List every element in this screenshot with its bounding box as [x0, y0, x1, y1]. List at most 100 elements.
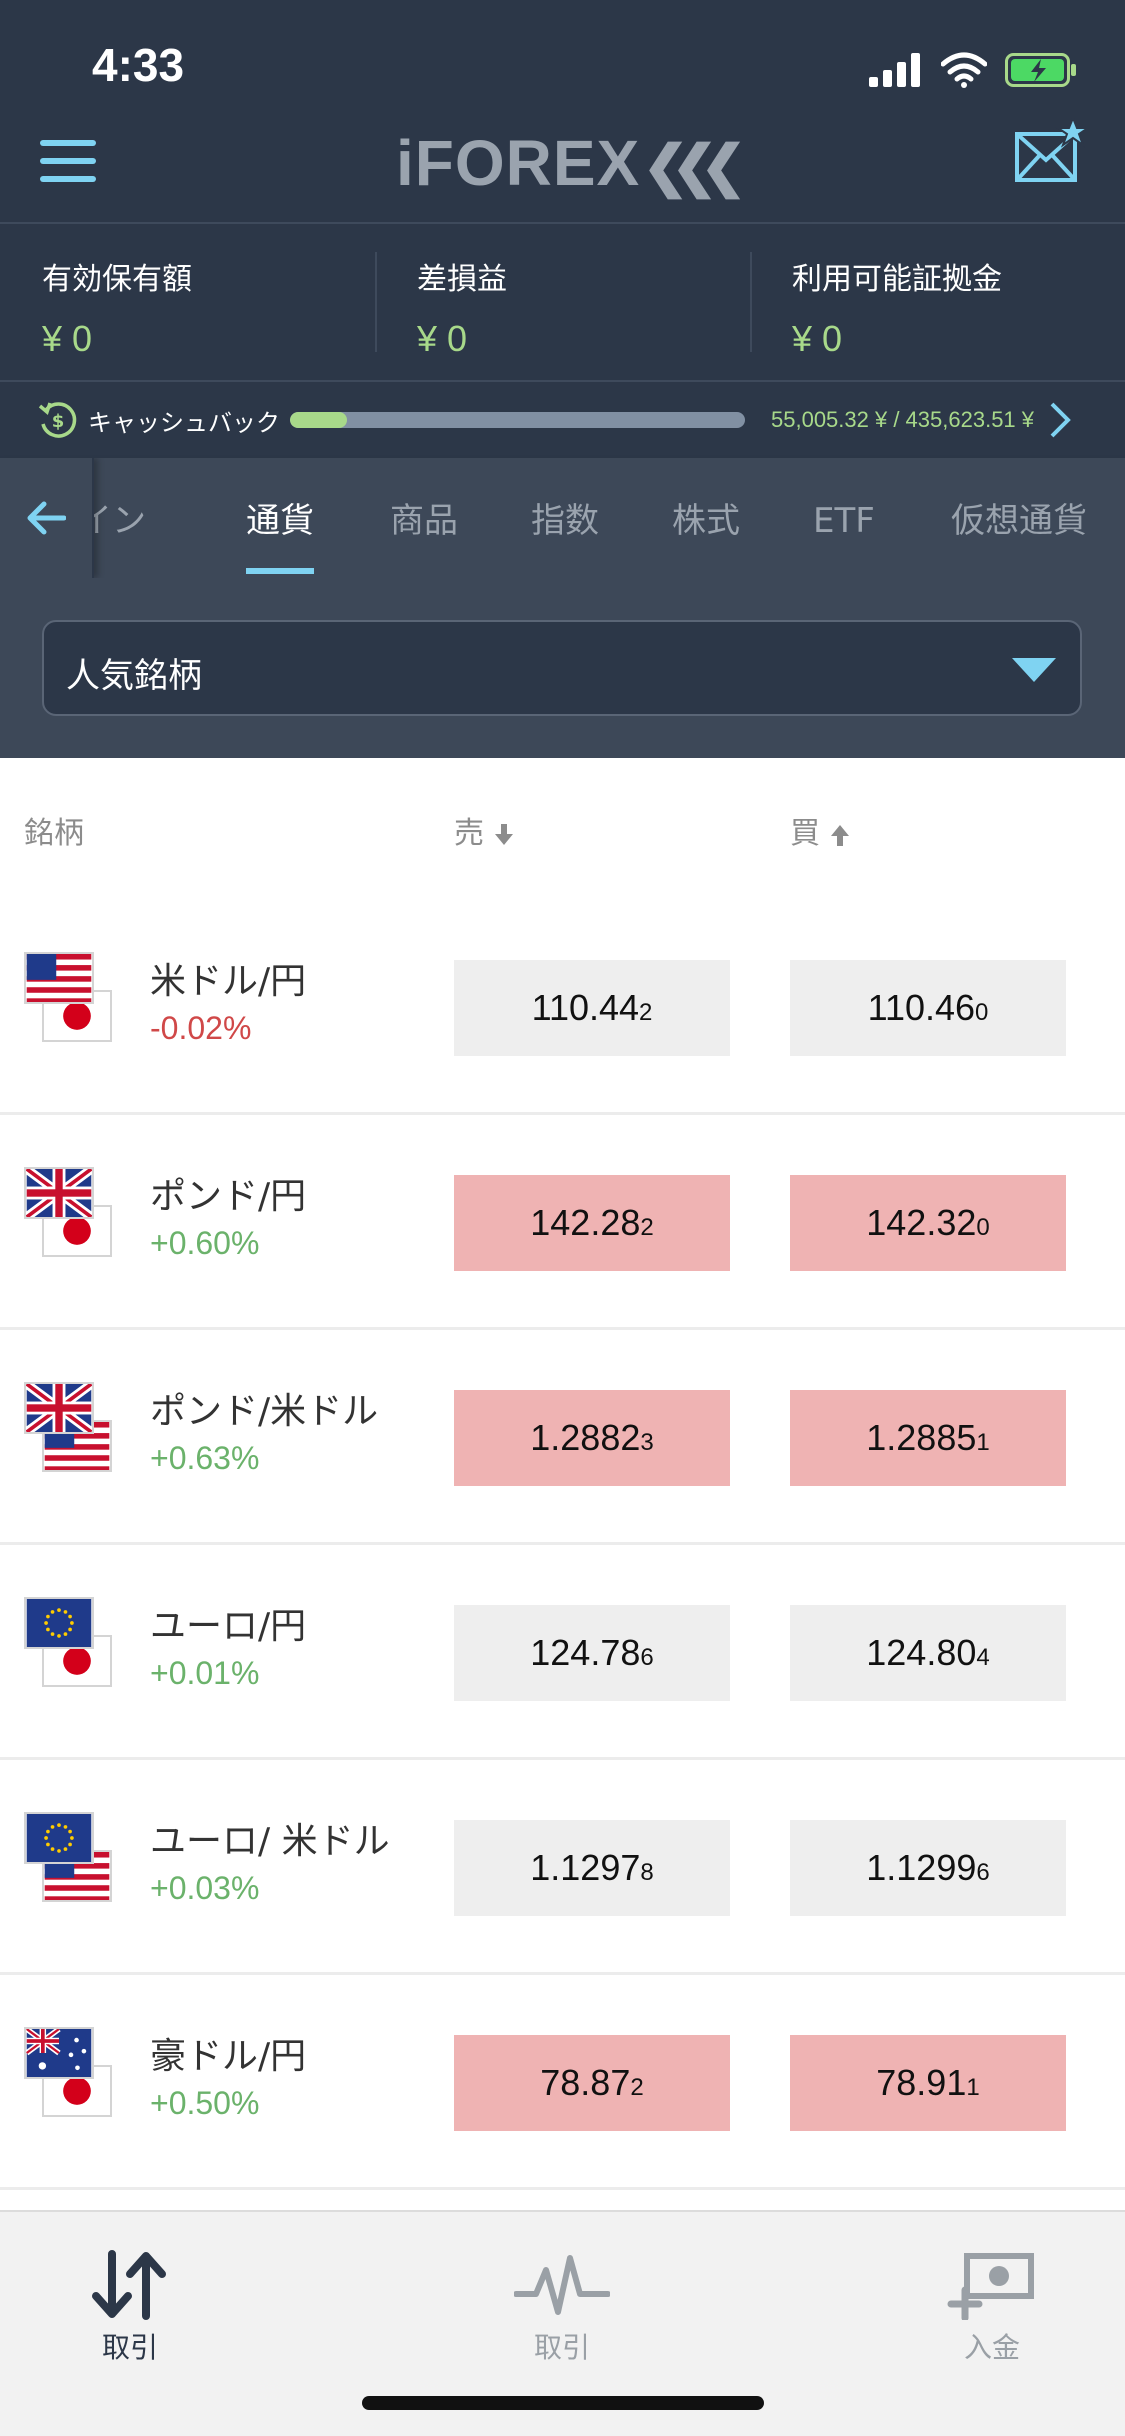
sell-price-button[interactable]: 1.12978 [454, 1820, 730, 1916]
price-pip: 1 [966, 2074, 980, 2101]
sell-price-button[interactable]: 124.786 [454, 1605, 730, 1701]
price-pip: 0 [975, 999, 989, 1026]
price-main: 1.1299 [866, 1847, 977, 1888]
price-main: 124.80 [866, 1632, 977, 1673]
summary-value: ¥ 0 [792, 318, 843, 359]
trade-arrows-icon [92, 2250, 166, 2320]
price-main: 142.32 [866, 1202, 977, 1243]
brand-logo: iFOREX❮❮❮ [0, 126, 1125, 200]
pair-change: +0.63% [150, 1440, 260, 1476]
tab-crypto[interactable]: 仮想通貨 [951, 458, 1087, 578]
price-pip: 0 [976, 1214, 990, 1241]
quote-row-usd-jpy[interactable]: 米ドル/円 -0.02% 110.442 110.460 [0, 900, 1125, 1115]
pair-change: +0.60% [150, 1225, 260, 1261]
price-main: 78.87 [540, 2062, 631, 2103]
price-main: 124.78 [530, 1632, 641, 1673]
nav-deposit[interactable]: 入金 [892, 2250, 1092, 2366]
tab-indices[interactable]: 指数 [531, 458, 599, 578]
tab-etf[interactable]: ETF [813, 458, 875, 578]
quote-row-aud-jpy[interactable]: 豪ドル/円 +0.50% 78.872 78.911 [0, 1975, 1125, 2190]
buy-price-button[interactable]: 78.911 [790, 2035, 1066, 2131]
cashback-bar[interactable]: $ キャッシュバック 55,005.32 ¥ / 435,623.51 ¥ [0, 382, 1125, 458]
price-main: 1.2882 [530, 1417, 641, 1458]
nav-trade[interactable]: 取引 [30, 2250, 230, 2366]
summary-pnl: 差損益 ¥ 0 [375, 224, 750, 380]
brand-text: iFOREX [395, 127, 641, 199]
eu-flag-icon [24, 1812, 94, 1864]
pair-name: 米ドル/円 [150, 961, 307, 1002]
arrow-up-icon [831, 824, 849, 846]
price-pip: 4 [976, 1644, 990, 1671]
pulse-icon [514, 2255, 610, 2315]
tab-stocks[interactable]: 株式 [672, 458, 740, 578]
pair-change: +0.01% [150, 1655, 260, 1691]
pair-change: -0.02% [150, 1010, 252, 1046]
buy-price-button[interactable]: 142.320 [790, 1175, 1066, 1271]
summary-value: ¥ 0 [417, 318, 468, 359]
column-instrument: 銘柄 [24, 816, 84, 851]
pair-name: ユーロ/ 米ドル [150, 1821, 390, 1862]
sell-price-button[interactable]: 1.28823 [454, 1390, 730, 1486]
deposit-icon [947, 2253, 1034, 2320]
price-pip: 2 [640, 1214, 654, 1241]
instrument-group-select[interactable]: 人気銘柄 [42, 620, 1082, 716]
cashback-icon: $ [38, 402, 77, 438]
price-pip: 8 [640, 1859, 654, 1886]
column-sell-label: 売 [454, 816, 484, 851]
tab-commodities[interactable]: 商品 [390, 458, 458, 578]
uk-flag-icon [24, 1382, 94, 1434]
column-buy-label: 買 [790, 816, 820, 851]
pair-name: ユーロ/円 [150, 1606, 307, 1647]
sell-price-button[interactable]: 142.282 [454, 1175, 730, 1271]
quote-row-eur-jpy[interactable]: ユーロ/円 +0.01% 124.786 124.804 [0, 1545, 1125, 1760]
summary-available-margin: 利用可能証拠金 ¥ 0 [750, 224, 1125, 380]
currency-flags [24, 952, 116, 1044]
price-pip: 3 [640, 1429, 654, 1456]
price-main: 110.44 [531, 987, 640, 1028]
signal-icon [869, 53, 920, 87]
cashback-label: キャッシュバック [88, 408, 280, 437]
svg-text:$: $ [52, 411, 65, 432]
price-pip: 1 [976, 1429, 990, 1456]
nav-label: 取引 [533, 2331, 590, 2364]
arrow-left-icon [27, 501, 66, 535]
account-summary: 有効保有額 ¥ 0 差損益 ¥ 0 利用可能証拠金 ¥ 0 [0, 222, 1125, 382]
caret-down-icon [1012, 658, 1056, 682]
quote-row-gbp-usd[interactable]: ポンド/米ドル +0.63% 1.28823 1.28851 [0, 1330, 1125, 1545]
category-tabs: イン 通貨 商品 指数 株式 ETF 仮想通貨 [0, 458, 1125, 578]
summary-label: 有効保有額 [42, 262, 192, 297]
status-icons [869, 48, 1077, 92]
buy-price-button[interactable]: 124.804 [790, 1605, 1066, 1701]
nav-label: 取引 [101, 2331, 158, 2364]
cashback-amount: 55,005.32 ¥ / 435,623.51 ¥ [771, 407, 1035, 432]
price-main: 110.46 [867, 987, 976, 1028]
us-flag-icon [24, 952, 94, 1004]
pair-name: ポンド/円 [150, 1176, 307, 1217]
price-pip: 6 [976, 1859, 990, 1886]
summary-value: ¥ 0 [42, 318, 93, 359]
summary-label: 利用可能証拠金 [792, 262, 1002, 297]
uk-flag-icon [24, 1167, 94, 1219]
column-buy[interactable]: 買 [790, 808, 850, 852]
buy-price-button[interactable]: 1.12996 [790, 1820, 1066, 1916]
sell-price-button[interactable]: 78.872 [454, 2035, 730, 2131]
buy-price-button[interactable]: 1.28851 [790, 1390, 1066, 1486]
cashback-progress [290, 412, 745, 428]
summary-label: 差損益 [417, 262, 507, 297]
price-main: 1.2885 [866, 1417, 977, 1458]
column-sell[interactable]: 売 [454, 808, 514, 852]
filter-area: 人気銘柄 [0, 578, 1125, 758]
cashback-progress-fill [290, 412, 348, 428]
nav-activity[interactable]: 取引 [462, 2250, 662, 2366]
price-main: 78.91 [876, 2062, 967, 2103]
inbox-star-icon[interactable] [1013, 118, 1089, 186]
chevron-right-icon[interactable] [1048, 400, 1072, 440]
home-indicator[interactable] [362, 2396, 764, 2410]
tab-currency[interactable]: 通貨 [246, 458, 314, 578]
sell-price-button[interactable]: 110.442 [454, 960, 730, 1056]
quote-row-eur-usd[interactable]: ユーロ/ 米ドル +0.03% 1.12978 1.12996 [0, 1760, 1125, 1975]
tabs-back-button[interactable] [0, 458, 94, 578]
buy-price-button[interactable]: 110.460 [790, 960, 1066, 1056]
select-value: 人気銘柄 [66, 656, 202, 696]
quote-row-gbp-jpy[interactable]: ポンド/円 +0.60% 142.282 142.320 [0, 1115, 1125, 1330]
